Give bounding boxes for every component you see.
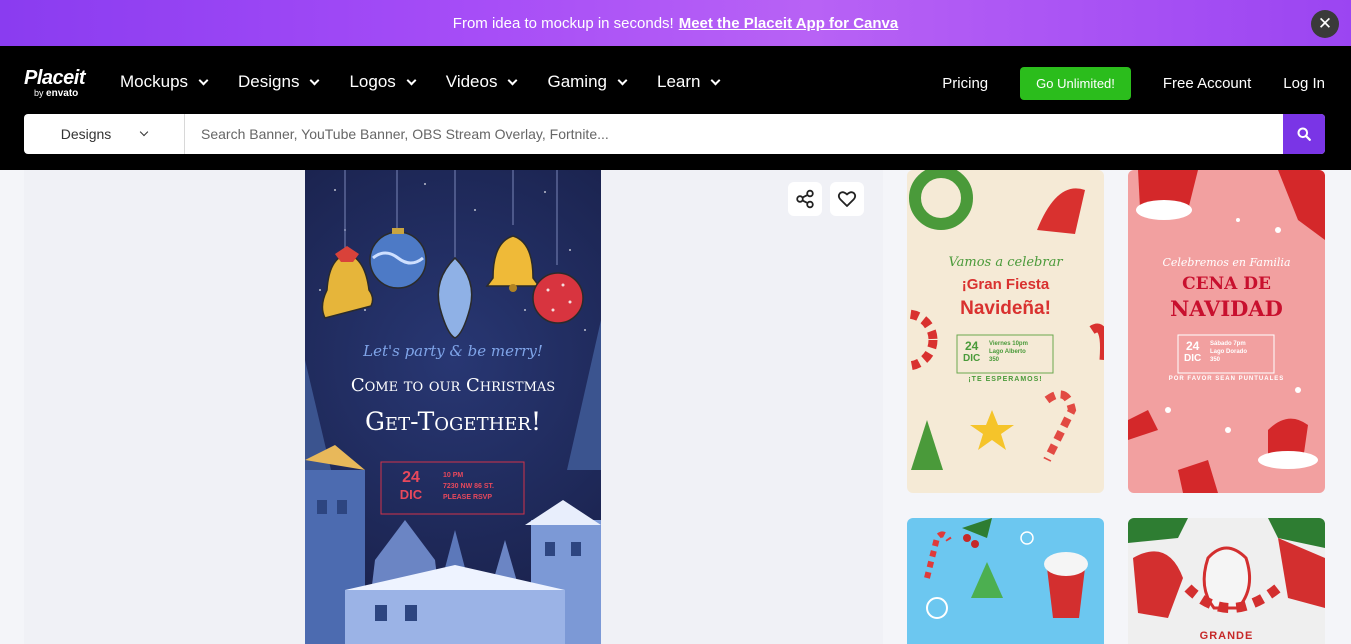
thumb-info: 350 [1210,357,1221,363]
thumb-month: DIC [1184,353,1202,364]
nav-item-gaming[interactable]: Gaming [547,72,628,92]
nav-item-label: Learn [657,72,701,91]
logo-byline: by envato [24,88,85,99]
poster-details: 10 PM 7230 NW 86 ST. PLEASE RSVP [443,470,494,503]
poster-script-text: Let's party & be merry! [363,342,543,360]
chevron-down-icon [310,75,320,85]
template-thumbnail[interactable]: Celebremos en Familia CENA DE NAVIDAD 24… [1128,170,1325,493]
thumb-info: 350 [989,357,1000,363]
poster-title-line1: Come to our Christmas [350,375,556,396]
thumb-details: Viernes 10pm Lago Alberto 350 [989,340,1028,364]
nav-item-label: Designs [238,72,300,91]
template-thumbnail[interactable]: GRANDE [1128,518,1325,644]
chevron-down-icon [617,75,628,85]
poster-address: 7230 NW 86 ST. [443,483,494,490]
chevron-down-icon [198,75,209,85]
promo-text: From idea to mockup in seconds! [452,14,674,32]
go-unlimited-button[interactable]: Go Unlimited! [1020,67,1131,100]
login-link[interactable]: Log In [1283,75,1325,92]
logo-by: by [34,88,44,98]
poster-month: DIC [399,487,423,502]
thumb-info: Sábado 7pm [1210,341,1246,347]
nav-item-logos[interactable]: Logos [349,72,417,92]
thumb-footer: POR FAVOR SEAN PUNTUALES [1168,376,1285,382]
chevron-down-icon [406,75,417,85]
thumb-script-text: Celebremos en Familia [1162,256,1291,269]
thumb-title-line2: NAVIDAD [1170,296,1283,321]
thumbnail-artwork [1128,518,1325,618]
poster-title-line2: Get-Together! [364,407,542,436]
template-preview: Let's party & be merry! Come to our Chri… [24,170,883,644]
nav-item-videos[interactable]: Videos [445,72,518,92]
chevron-down-icon [140,127,149,137]
thumbnail-artwork [924,518,1088,619]
thumb-month: DIC [963,353,981,364]
thumb-date: 24 DIC [1184,340,1201,365]
promo-link[interactable]: Meet the Placeit App for Canva [679,15,899,32]
nav-item-designs[interactable]: Designs [238,72,320,92]
thumb-title-line1: CENA DE [1182,274,1271,294]
search-category-value: Designs [60,126,112,142]
poster-time: 10 PM [443,472,464,479]
nav-actions: Pricing Go Unlimited! Free Account Log I… [942,67,1325,100]
thumb-info: Lago Alberto [989,349,1026,355]
thumb-details: Sábado 7pm Lago Dorado 350 [1210,340,1247,364]
thumb-script-text: Vamos a celebrar [948,255,1063,270]
thumb-footer: ¡TE ESPERAMOS! [968,376,1043,383]
poster-day: 24 [402,469,420,486]
search-category-select[interactable]: Designs [24,114,185,154]
free-account-link[interactable]: Free Account [1163,75,1251,92]
promo-banner: From idea to mockup in seconds! Meet the… [0,0,1351,46]
nav-item-label: Gaming [547,72,607,91]
nav-item-mockups[interactable]: Mockups [120,72,209,92]
poster-rsvp: PLEASE RSVP [443,494,493,501]
template-thumbnail[interactable]: Vamos a celebrar ¡Gran Fiesta Navideña! … [907,170,1104,493]
thumb-info: Lago Dorado [1210,349,1247,355]
logo-brand: envato [46,88,79,99]
nav-item-label: Mockups [120,72,189,91]
chevron-down-icon [711,75,721,85]
search-input[interactable] [185,114,1283,154]
heart-icon [837,191,857,207]
share-icon [796,189,814,209]
share-button[interactable] [788,182,822,216]
nav-item-label: Videos [445,72,498,91]
thumb-label: GRANDE [1199,630,1254,642]
christmas-invite-poster[interactable]: Let's party & be merry! Come to our Chri… [305,170,601,644]
search-button[interactable] [1283,114,1325,154]
template-thumbnail[interactable] [907,518,1104,644]
close-icon[interactable]: ✕ [1311,10,1339,38]
thumb-day: 24 [964,339,979,353]
chevron-down-icon [508,75,518,85]
nav-item-label: Logos [349,72,396,91]
thumbnail-artwork [1128,170,1325,493]
search-icon [1297,127,1311,141]
thumb-date: 24 DIC [963,340,980,365]
placeit-logo[interactable]: Placeit by envato [24,68,85,99]
thumbnail-artwork [907,170,1104,470]
search-bar: Designs [24,114,1325,154]
thumb-title-line1: ¡Gran Fiesta [961,276,1050,293]
logo-wordmark: Placeit [24,67,85,89]
main-nav: Placeit by envato Mockups Designs Logos … [0,46,1351,170]
thumb-info: Viernes 10pm [989,341,1028,347]
nav-menu: Mockups Designs Logos Videos Gaming Lear… [120,72,750,92]
thumb-day: 24 [1185,339,1200,353]
thumb-title-line2: Navideña! [960,298,1051,319]
poster-date: 24 DIC [387,469,435,503]
pricing-link[interactable]: Pricing [942,75,988,92]
nav-item-learn[interactable]: Learn [657,72,721,92]
favorite-button[interactable] [830,182,864,216]
